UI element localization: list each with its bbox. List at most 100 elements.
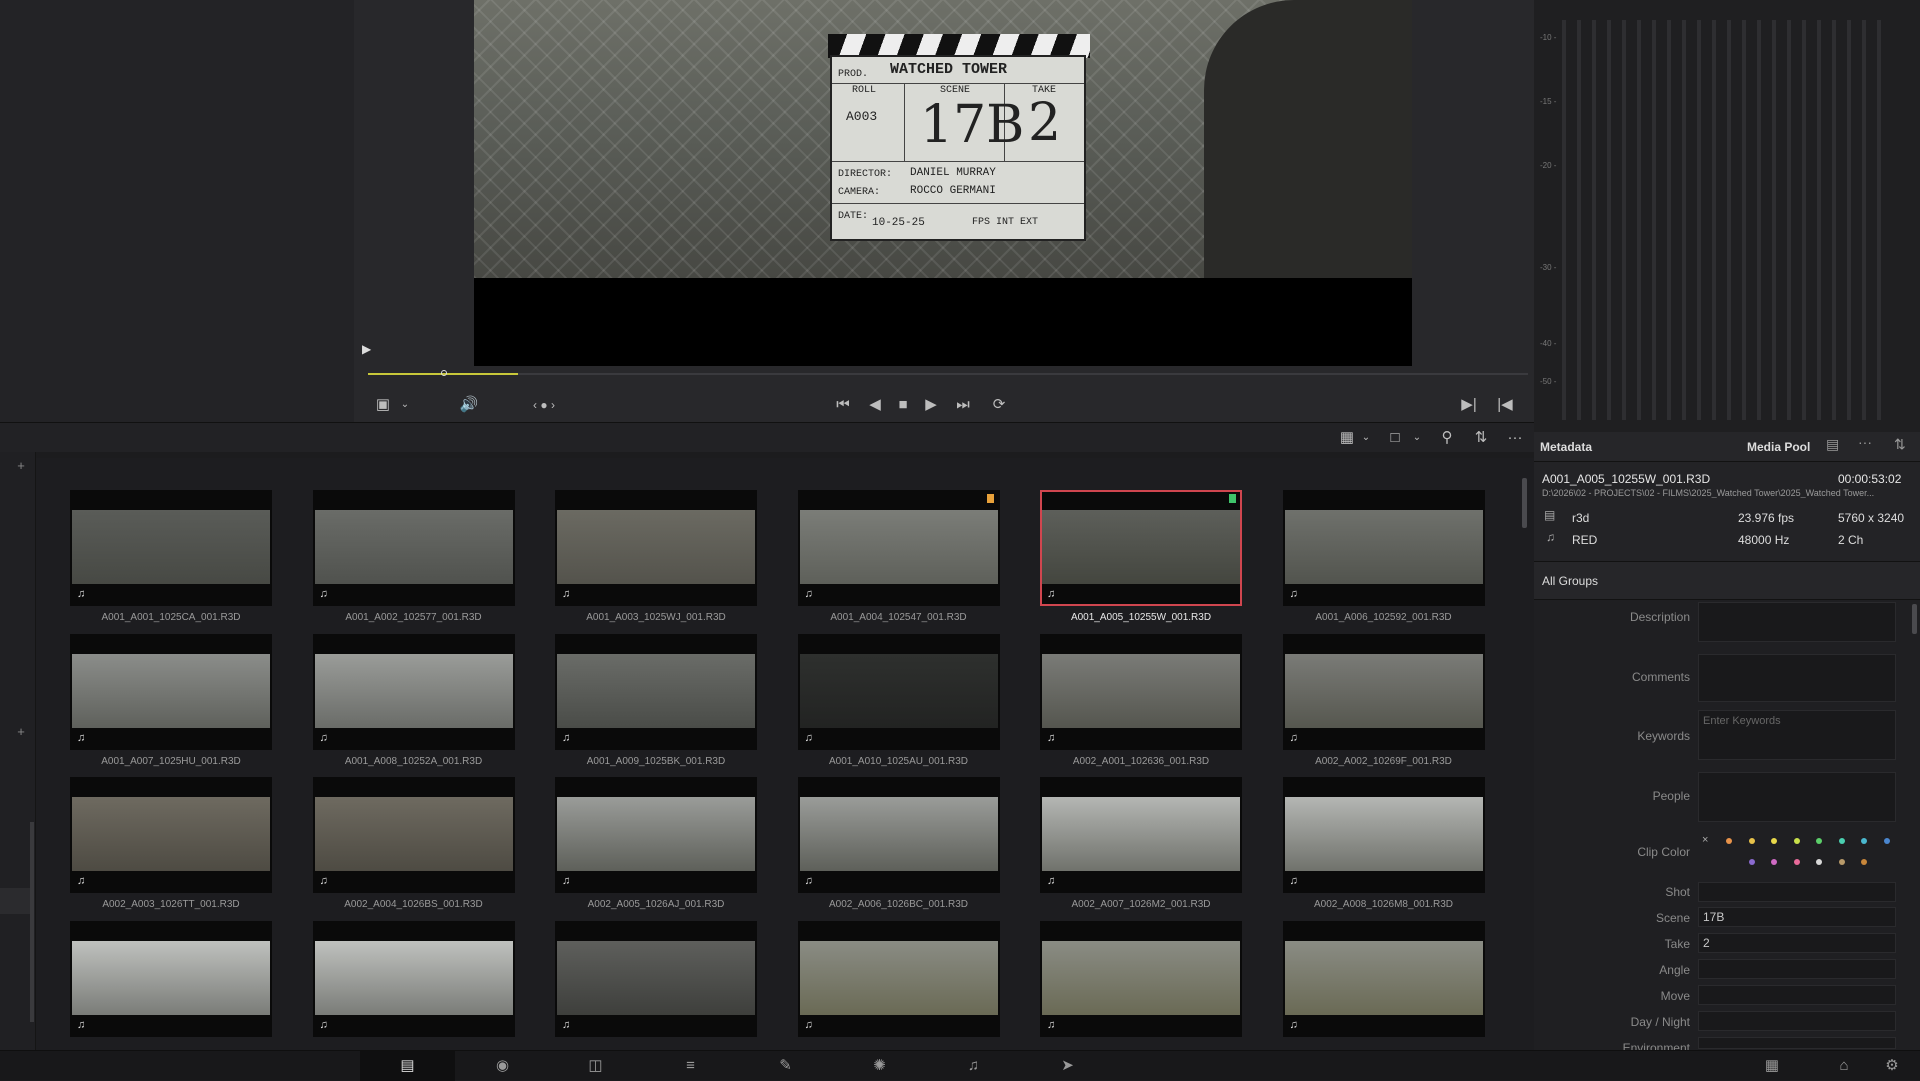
thumbnail-frame[interactable]: ♫: [70, 490, 272, 606]
thumbnail-frame[interactable]: ♫: [1040, 633, 1242, 750]
add-bin-icon[interactable]: +: [14, 722, 28, 742]
clip-thumbnail[interactable]: ♫ A001_A009_1025BK_001.R3D: [555, 633, 757, 776]
playhead[interactable]: [441, 370, 447, 376]
bin-item[interactable]: [0, 888, 30, 914]
more-options-icon[interactable]: ···: [1858, 434, 1872, 450]
project-manager-icon[interactable]: ▦: [1752, 1051, 1792, 1081]
angle-field[interactable]: [1698, 959, 1896, 979]
last-frame-button[interactable]: ⏭: [952, 395, 974, 415]
description-field[interactable]: [1698, 602, 1896, 642]
clip-thumbnail[interactable]: ♫ A001_A001_1025CA_001.R3D: [70, 490, 272, 632]
mark-out-button[interactable]: |◀: [1494, 395, 1516, 415]
bin-list-strip[interactable]: + +: [0, 452, 36, 1050]
clip-color-swatch[interactable]: [1838, 859, 1845, 865]
clip-thumbnail[interactable]: ♫ A001_A006_102592_001.R3D: [1282, 490, 1485, 632]
clip-color-swatch[interactable]: [1748, 838, 1755, 844]
cut-page-icon[interactable]: ◉: [455, 1051, 550, 1081]
clip-color-swatch[interactable]: [1793, 838, 1800, 844]
thumbnail-frame[interactable]: ♫: [797, 777, 1000, 893]
take-field[interactable]: 2: [1698, 933, 1896, 953]
tab-media-pool[interactable]: Media Pool: [1747, 440, 1810, 454]
tab-metadata[interactable]: Metadata: [1540, 440, 1592, 454]
clip-color-swatch[interactable]: [1816, 859, 1822, 865]
deliver-page-icon[interactable]: ➤: [1020, 1051, 1115, 1081]
clip-color-swatch[interactable]: [1861, 859, 1867, 865]
music-page-icon[interactable]: ♫: [926, 1051, 1021, 1081]
clip-view-icon[interactable]: ▤: [1826, 436, 1839, 453]
edit-page-icon[interactable]: ◫: [548, 1051, 643, 1081]
fairlight-page-icon[interactable]: ✺: [832, 1051, 927, 1081]
first-frame-button[interactable]: ⏮: [832, 395, 854, 415]
clip-thumbnail[interactable]: ♫ A002_A007_1026M2_001.R3D: [1040, 777, 1242, 919]
grid-scrollbar[interactable]: [1522, 478, 1527, 528]
scene-field[interactable]: 17B: [1698, 907, 1896, 927]
clip-thumbnail[interactable]: ♫ A001_A010_1025AU_001.R3D: [797, 633, 1000, 776]
bin-scrollbar[interactable]: [30, 822, 34, 1022]
thumbnail-frame[interactable]: ♫: [1282, 633, 1485, 750]
clip-thumbnail[interactable]: ♫ A001_A004_102547_001.R3D: [797, 490, 1000, 632]
comments-field[interactable]: [1698, 654, 1896, 702]
clear-color-icon[interactable]: ×: [1702, 834, 1708, 846]
day-night-field[interactable]: [1698, 1011, 1896, 1031]
clip-color-swatch[interactable]: [1861, 838, 1867, 844]
gear-icon[interactable]: ⚙: [1872, 1051, 1912, 1081]
mark-in-button[interactable]: ▶|: [1458, 395, 1480, 415]
thumbnail-frame[interactable]: ♫: [1040, 777, 1242, 893]
clip-color-swatch[interactable]: [1816, 838, 1822, 844]
stop-button[interactable]: ■: [892, 395, 914, 415]
color-page-icon[interactable]: ✎: [738, 1051, 833, 1081]
jog-control[interactable]: ‹ ● ›: [524, 395, 564, 415]
thumbnail-frame[interactable]: ♫: [1282, 490, 1485, 606]
thumbnail-frame[interactable]: ♫: [312, 920, 515, 1037]
fusion-page-icon[interactable]: ≡: [643, 1051, 738, 1081]
loop-button[interactable]: ⟳: [988, 395, 1010, 415]
sort-icon[interactable]: ⇅: [1894, 436, 1906, 453]
search-icon[interactable]: ⚲: [1436, 428, 1458, 448]
clip-thumbnail[interactable]: ♫: [312, 920, 515, 1063]
thumbnail-size-icon[interactable]: □: [1384, 428, 1406, 448]
play-button[interactable]: ▶: [920, 395, 942, 415]
thumbnail-frame[interactable]: ♫: [797, 490, 1000, 606]
prev-frame-button[interactable]: ◀: [864, 395, 886, 415]
sort-icon[interactable]: ⇅: [1470, 428, 1492, 448]
thumbnail-frame[interactable]: ♫: [555, 920, 757, 1037]
clip-thumbnail[interactable]: ♫ A002_A006_1026BC_001.R3D: [797, 777, 1000, 919]
thumbnail-frame[interactable]: ♫: [70, 633, 272, 750]
people-field[interactable]: [1698, 772, 1896, 822]
thumbnail-frame[interactable]: ♫: [70, 920, 272, 1037]
clip-color-swatch[interactable]: [1838, 838, 1845, 844]
chevron-down-icon[interactable]: ⌄: [394, 395, 416, 415]
media-page-icon[interactable]: ▤: [360, 1051, 455, 1081]
thumbnail-frame[interactable]: ♫: [555, 777, 757, 893]
clip-thumbnail[interactable]: ♫ A002_A002_10269F_001.R3D: [1282, 633, 1485, 776]
chevron-down-icon[interactable]: ⌄: [1355, 428, 1377, 448]
clip-thumbnail[interactable]: ♫ A002_A001_102636_001.R3D: [1040, 633, 1242, 776]
thumbnail-frame[interactable]: ♫: [1040, 490, 1242, 606]
clip-thumbnail[interactable]: ♫: [797, 920, 1000, 1063]
home-icon[interactable]: ⌂: [1824, 1051, 1864, 1081]
clip-color-swatch[interactable]: [1771, 838, 1777, 844]
play-head-icon[interactable]: ▶: [362, 342, 374, 356]
clip-thumbnail[interactable]: ♫ A001_A005_10255W_001.R3D: [1040, 490, 1242, 632]
clip-thumbnail[interactable]: ♫ A001_A008_10252A_001.R3D: [312, 633, 515, 776]
thumbnail-frame[interactable]: ♫: [555, 633, 757, 750]
timeline-scrubber[interactable]: [368, 368, 1528, 380]
clip-thumbnail[interactable]: ♫ A002_A005_1026AJ_001.R3D: [555, 777, 757, 919]
clip-color-swatch[interactable]: [1883, 838, 1890, 844]
keywords-field[interactable]: Enter Keywords: [1698, 710, 1896, 760]
clip-color-swatch[interactable]: [1771, 859, 1777, 865]
thumbnail-frame[interactable]: ♫: [312, 777, 515, 893]
thumbnail-frame[interactable]: ♫: [312, 633, 515, 750]
thumbnail-frame[interactable]: ♫: [797, 920, 1000, 1037]
thumbnail-frame[interactable]: ♫: [70, 777, 272, 893]
clip-thumbnail[interactable]: ♫: [1282, 920, 1485, 1063]
thumbnail-frame[interactable]: ♫: [555, 490, 757, 606]
move-field[interactable]: [1698, 985, 1896, 1005]
groups-selector[interactable]: All Groups: [1534, 562, 1920, 600]
clip-thumbnail[interactable]: ♫ A002_A008_1026M8_001.R3D: [1282, 777, 1485, 919]
viewer-mode-icon[interactable]: ▣: [372, 395, 394, 415]
clip-color-swatch[interactable]: [1793, 859, 1800, 865]
clip-thumbnail[interactable]: ♫ A001_A007_1025HU_001.R3D: [70, 633, 272, 776]
thumbnail-frame[interactable]: ♫: [1282, 777, 1485, 893]
environment-field[interactable]: [1698, 1037, 1896, 1049]
